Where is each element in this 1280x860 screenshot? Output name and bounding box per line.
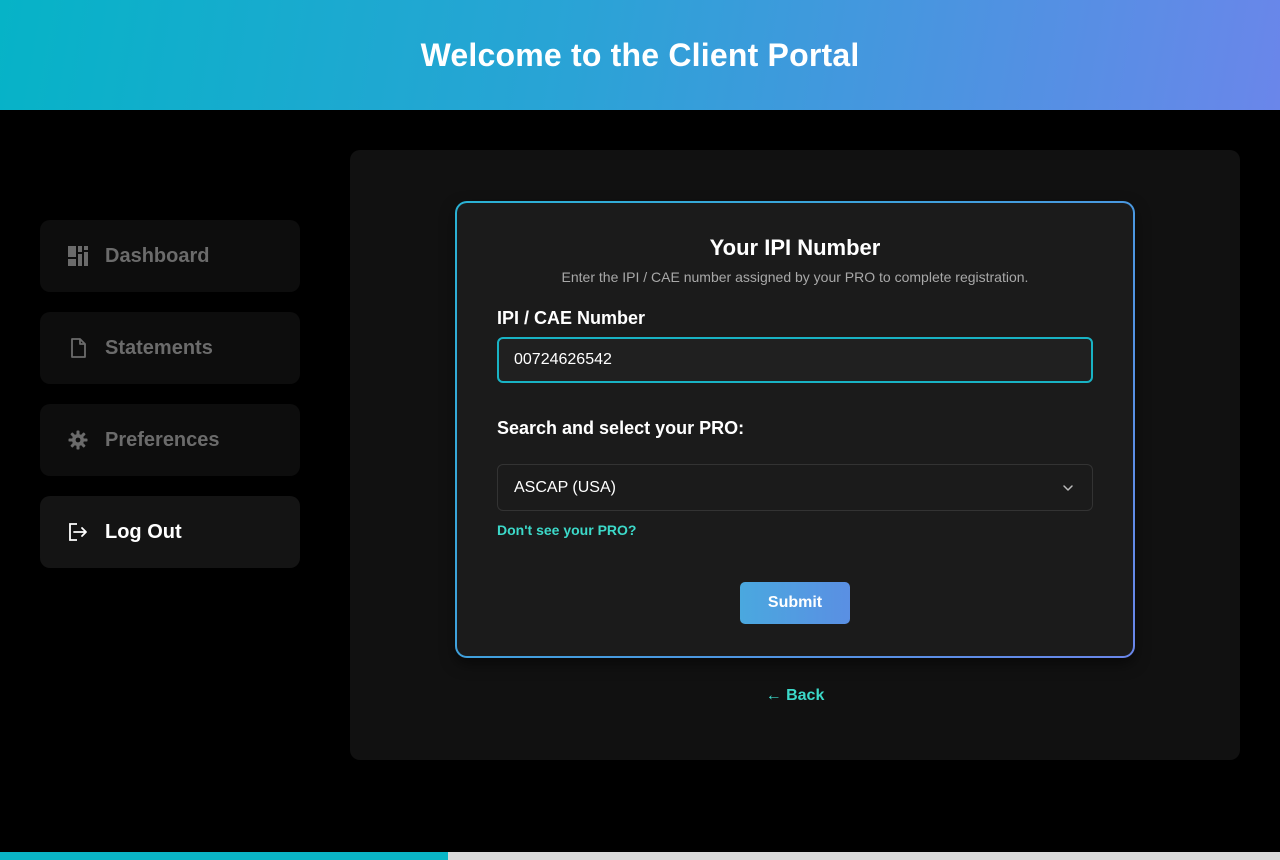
gear-icon	[68, 430, 88, 450]
progress-fill	[0, 852, 448, 860]
portal-header: Welcome to the Client Portal	[0, 0, 1280, 110]
logout-icon	[68, 522, 88, 542]
chevron-down-icon	[1062, 479, 1074, 497]
form-title: Your IPI Number	[709, 235, 881, 260]
sidebar-item-label: Statements	[105, 336, 213, 359]
sidebar-item-label: Dashboard	[105, 244, 210, 267]
pro-selected-value: ASCAP (USA)	[514, 478, 616, 496]
pro-select[interactable]: ASCAP (USA)	[497, 464, 1093, 511]
progress-bar	[0, 852, 1280, 860]
logout-button[interactable]: Log Out	[40, 496, 300, 568]
ipi-number-input[interactable]	[497, 337, 1093, 383]
sidebar-item-label: Preferences	[105, 428, 220, 451]
ipi-form-card: Your IPI Number Enter the IPI / CAE numb…	[455, 201, 1135, 658]
page-title: Welcome to the Client Portal	[420, 36, 860, 73]
back-link[interactable]: ← Back	[350, 687, 1240, 705]
dashboard-icon	[68, 246, 88, 266]
ipi-field-label: IPI / CAE Number	[497, 308, 646, 328]
submit-button[interactable]: Submit	[740, 582, 850, 624]
main-panel: Your IPI Number Enter the IPI / CAE numb…	[350, 150, 1240, 760]
sidebar-item-dashboard[interactable]: Dashboard	[40, 220, 300, 292]
sidebar-item-preferences[interactable]: Preferences	[40, 404, 300, 476]
document-icon	[68, 338, 88, 358]
missing-pro-link[interactable]: Don't see your PRO?	[497, 522, 636, 538]
form-subtitle: Enter the IPI / CAE number assigned by y…	[561, 269, 1029, 285]
sidebar: Dashboard Statements Preferences Log Out	[40, 220, 300, 588]
ipi-form: Your IPI Number Enter the IPI / CAE numb…	[457, 203, 1133, 656]
pro-field-label: Search and select your PRO:	[497, 418, 745, 438]
sidebar-item-statements[interactable]: Statements	[40, 312, 300, 384]
sidebar-item-label: Log Out	[105, 520, 182, 543]
